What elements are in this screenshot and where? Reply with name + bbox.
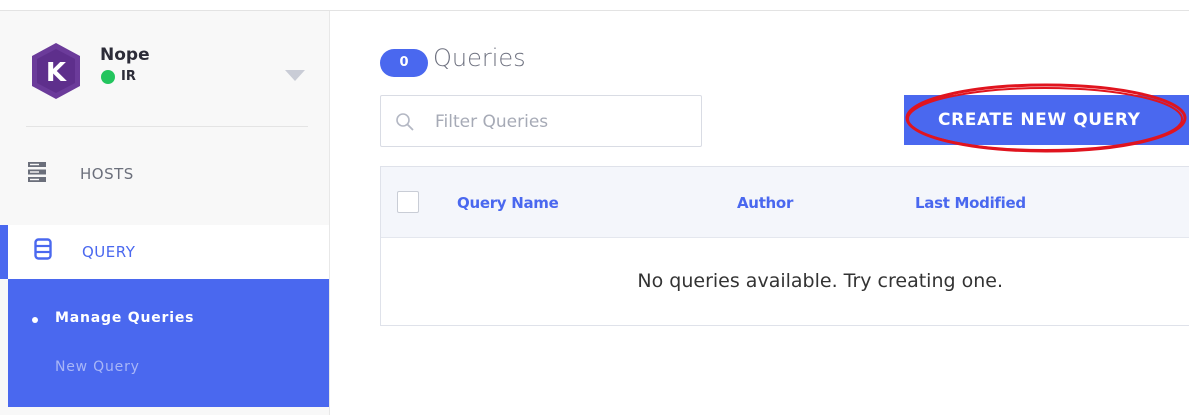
- select-all-checkbox[interactable]: [397, 191, 419, 213]
- hosts-icon: [28, 162, 46, 182]
- search-icon: [396, 113, 414, 131]
- sidebar-item-label: HOSTS: [80, 165, 134, 183]
- empty-state-message: No queries available. Try creating one.: [637, 270, 1003, 292]
- column-author[interactable]: Author: [737, 194, 793, 212]
- avatar: K: [32, 43, 80, 99]
- database-icon: [34, 238, 52, 260]
- sidebar-item-hosts[interactable]: HOSTS: [0, 151, 329, 201]
- submenu-item-manage-queries[interactable]: Manage Queries: [55, 310, 194, 326]
- column-last-modified[interactable]: Last Modified: [915, 194, 1026, 212]
- chevron-down-icon[interactable]: [285, 70, 305, 81]
- queries-table: Query Name Author Last Modified No queri…: [380, 166, 1189, 326]
- table-header: Query Name Author Last Modified: [381, 167, 1189, 238]
- active-bullet-icon: [32, 317, 38, 323]
- avatar-letter: K: [46, 58, 67, 88]
- submenu-item-new-query[interactable]: New Query: [55, 359, 140, 375]
- sidebar-item-label: QUERY: [82, 243, 136, 261]
- filter-queries-input[interactable]: [435, 110, 685, 134]
- user-menu[interactable]: K Nope IR: [26, 41, 316, 101]
- query-count-badge: 0: [380, 49, 428, 77]
- user-name: Nope: [100, 45, 150, 65]
- filter-box: [380, 95, 702, 147]
- sidebar-divider: [26, 126, 308, 127]
- sidebar: K Nope IR HOSTS QUERY Manage Queries New…: [0, 11, 330, 415]
- query-submenu: Manage Queries New Query: [8, 279, 329, 407]
- create-new-query-button[interactable]: CREATE NEW QUERY: [904, 95, 1189, 145]
- page-title: Queries: [433, 44, 526, 72]
- online-status-icon: [101, 70, 115, 84]
- sidebar-item-query[interactable]: QUERY: [0, 225, 329, 279]
- team-name: IR: [121, 69, 136, 84]
- column-query-name[interactable]: Query Name: [457, 194, 559, 212]
